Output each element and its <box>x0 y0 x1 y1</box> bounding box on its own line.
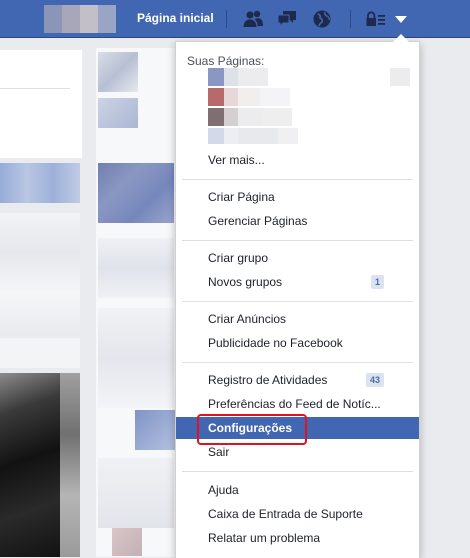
manage-pages-item[interactable]: Gerenciar Páginas <box>176 210 419 232</box>
divider <box>0 88 70 89</box>
story-card <box>0 50 82 158</box>
menu-divider <box>182 240 413 241</box>
activity-log-item[interactable]: Registro de Atividades 43 <box>176 369 419 391</box>
help-item[interactable]: Ajuda <box>176 479 419 501</box>
blurred-photo <box>0 163 80 203</box>
blurred-text <box>98 238 174 298</box>
blurred-text <box>0 338 80 368</box>
facebook-advertising-item[interactable]: Publicidade no Facebook <box>176 332 419 354</box>
messages-icon[interactable] <box>276 8 298 30</box>
top-navigation-bar: Página inicial <box>0 0 470 38</box>
new-groups-label: Novos grupos <box>208 275 283 289</box>
see-more-pages-link[interactable]: Ver mais... <box>176 149 419 171</box>
blurred-photo <box>98 163 174 223</box>
blurred-text <box>98 308 174 408</box>
home-link[interactable]: Página inicial <box>137 11 214 25</box>
divider <box>226 10 227 28</box>
activity-log-count-badge: 43 <box>365 373 384 387</box>
create-group-item[interactable]: Criar grupo <box>176 247 419 269</box>
menu-divider <box>182 179 413 180</box>
divider <box>350 10 351 28</box>
privacy-lock-icon[interactable] <box>365 8 387 30</box>
blurred-photo <box>135 410 175 450</box>
menu-divider <box>182 362 413 363</box>
profile-avatar[interactable] <box>44 5 116 33</box>
account-dropdown-menu: Suas Páginas: Ver mais... Criar Página G… <box>175 41 420 558</box>
new-groups-count-badge: 1 <box>370 275 384 289</box>
blurred-photo <box>60 373 80 557</box>
support-inbox-item[interactable]: Caixa de Entrada de Suporte <box>176 503 419 525</box>
blurred-text <box>98 458 174 528</box>
pages-header: Suas Páginas: <box>187 54 265 68</box>
blurred-text <box>0 213 80 333</box>
menu-divider <box>182 471 413 472</box>
menu-caret <box>393 34 409 42</box>
notifications-globe-icon[interactable] <box>311 8 333 30</box>
account-dropdown-icon[interactable] <box>390 8 412 30</box>
report-problem-item[interactable]: Relatar um problema <box>176 527 419 549</box>
activity-log-label: Registro de Atividades <box>208 373 328 387</box>
menu-divider <box>182 301 413 302</box>
create-page-item[interactable]: Criar Página <box>176 186 419 208</box>
right-column <box>418 38 470 557</box>
settings-highlight-annotation <box>197 414 307 445</box>
create-ads-item[interactable]: Criar Anúncios <box>176 308 419 330</box>
new-groups-item[interactable]: Novos grupos 1 <box>176 271 419 293</box>
friend-requests-icon[interactable] <box>242 8 264 30</box>
news-feed-preferences-item[interactable]: Preferências do Feed de Notíc... <box>176 393 419 415</box>
blurred-avatar <box>112 528 142 556</box>
blurred-avatar <box>98 52 138 92</box>
your-pages-list[interactable] <box>204 68 410 148</box>
blurred-avatar <box>98 98 138 128</box>
